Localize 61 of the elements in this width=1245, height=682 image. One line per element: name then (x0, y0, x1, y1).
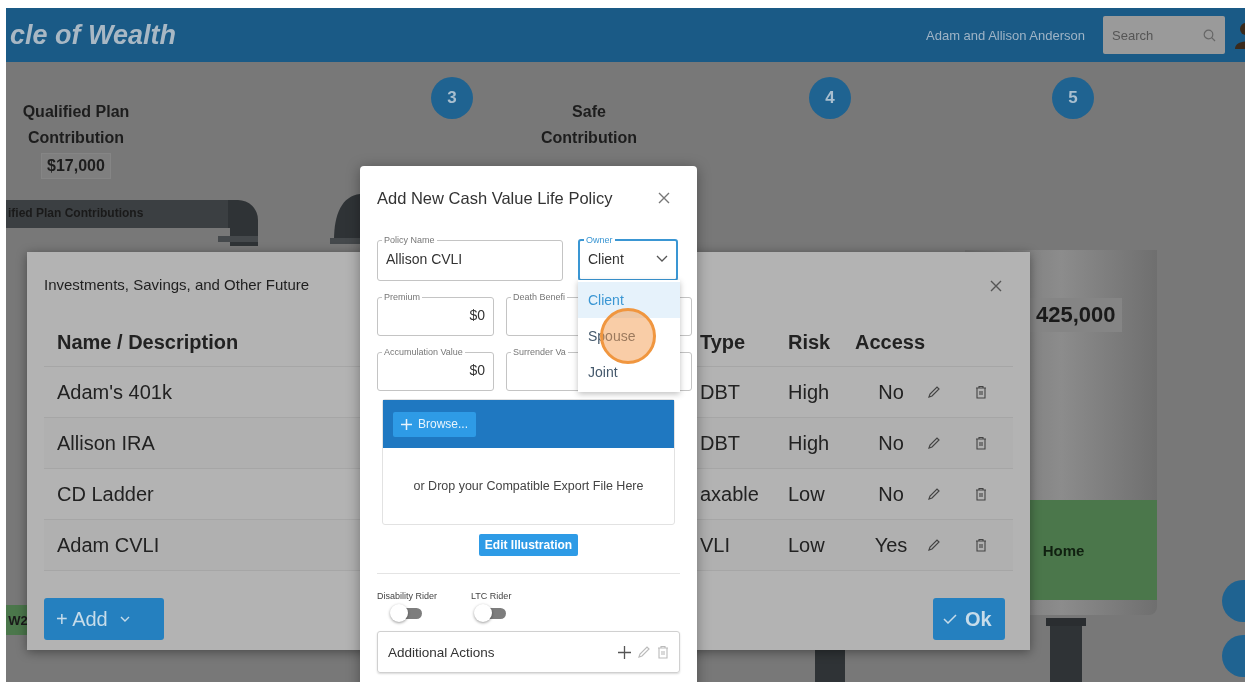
table-cell: No (878, 380, 904, 404)
edit-icon[interactable] (927, 385, 941, 399)
table-cell: Yes (874, 533, 908, 557)
plus-icon (401, 418, 412, 430)
input-field[interactable]: Policy Name Allison CVLI (377, 235, 563, 281)
chevron-down-icon[interactable] (656, 255, 668, 262)
table-cell: axable (700, 482, 759, 506)
edit-icon[interactable] (927, 487, 941, 501)
table-cell: Adam's 401k (57, 380, 172, 404)
table-cell: DBT (700, 380, 740, 404)
delete-icon[interactable] (975, 487, 987, 501)
column-header: Name / Description (57, 330, 239, 354)
dropdown-option[interactable]: Client (578, 282, 680, 318)
delete-icon[interactable] (975, 538, 987, 552)
table-cell: Allison IRA (57, 431, 155, 455)
table-cell: No (878, 482, 904, 506)
table-cell: Low (788, 482, 825, 506)
table-cell: VLI (700, 533, 731, 557)
pipe-drawing (813, 648, 847, 682)
table-cell: Low (788, 533, 825, 557)
section-title: Safe Contribution (540, 102, 638, 148)
input-field[interactable]: Accumulation Value $0 (377, 347, 494, 391)
delete-icon[interactable] (975, 436, 987, 450)
column-header: Type (700, 330, 746, 354)
pipe-drawing (1046, 618, 1086, 682)
delete-icon[interactable] (975, 385, 987, 399)
actions-label: Additional Actions (388, 644, 495, 660)
w2-tag: W2 (6, 605, 30, 635)
table-cell: High (788, 380, 830, 404)
plus-icon[interactable] (618, 645, 631, 659)
dialog-title: Add New Cash Value Life Policy (377, 188, 613, 208)
dropdown-option[interactable]: Joint (578, 354, 680, 390)
close-icon[interactable] (658, 192, 670, 204)
upload-area[interactable]: Browse... or Drop your Compatible Export File Here (382, 399, 675, 525)
browse-button[interactable]: Browse... (393, 411, 476, 437)
input-field[interactable]: Premium $0 (377, 292, 494, 336)
search-field[interactable]: Search (1103, 16, 1225, 54)
table-cell: No (878, 431, 904, 455)
column-header: Access (855, 330, 926, 354)
drop-hint: or Drop your Compatible Export File Here (413, 479, 644, 493)
edit-icon[interactable] (927, 436, 941, 450)
ok-button[interactable]: Ok (933, 598, 1005, 640)
section-title: Qualified Plan Contribution (21, 102, 131, 148)
app-title: cle of Wealth (10, 19, 177, 51)
add-button[interactable]: + Add (44, 598, 164, 640)
user-name: Adam and Allison Anderson (926, 27, 1085, 43)
toggle-label: Disability Rider (377, 591, 438, 601)
table-cell: Adam CVLI (57, 533, 160, 557)
table-cell: DBT (700, 431, 740, 455)
amount-value: $17,000 (41, 153, 111, 179)
toggle-label: LTC Rider (471, 591, 512, 601)
column-header: Risk (788, 330, 831, 354)
table-cell: CD Ladder (57, 482, 154, 506)
toggle-switch[interactable] (390, 604, 424, 622)
edit-icon[interactable] (927, 538, 941, 552)
close-icon[interactable] (990, 280, 1002, 292)
dialog-title: Investments, Savings, and Other Future (44, 276, 310, 293)
check-icon (943, 614, 957, 624)
pipe-drawing (330, 194, 360, 246)
edit-illustration-button[interactable]: Edit Illustration (478, 534, 579, 556)
table-cell: High (788, 431, 830, 455)
